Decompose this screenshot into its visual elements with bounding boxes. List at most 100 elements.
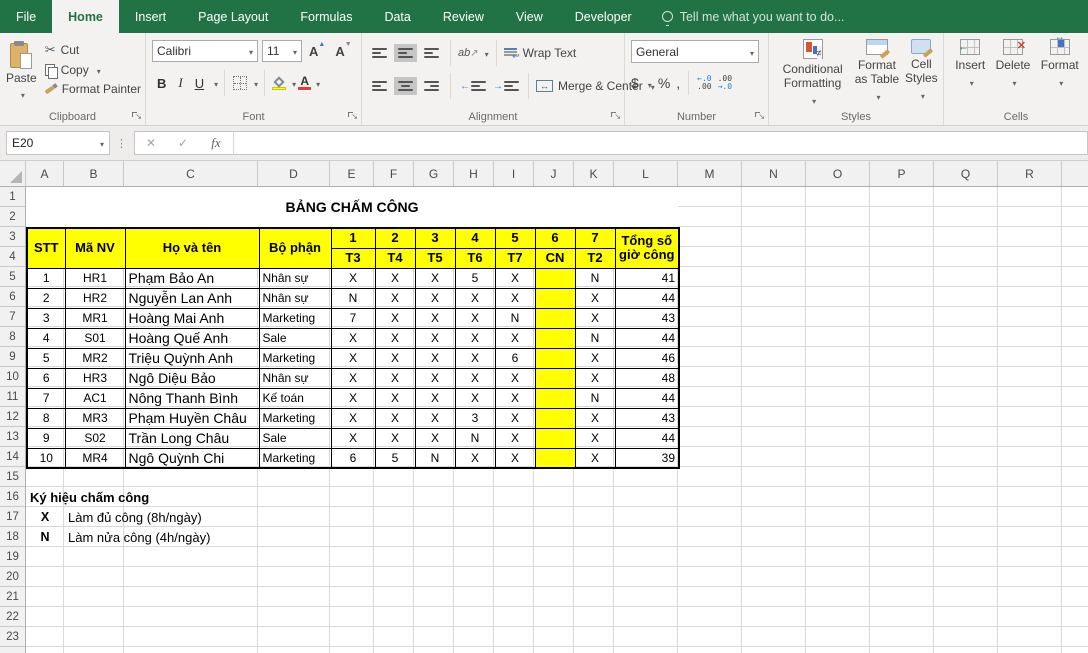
font-dialog-launcher[interactable]	[348, 112, 358, 122]
header-day-number[interactable]: 3	[415, 228, 455, 248]
cell-stt[interactable]: 8	[27, 408, 65, 428]
number-dialog-launcher[interactable]	[755, 112, 765, 122]
header-day-number[interactable]: 5	[495, 228, 535, 248]
row-header[interactable]: 15	[0, 467, 25, 487]
header-day-name[interactable]: T4	[375, 248, 415, 268]
cell-name[interactable]: Ngô Diệu Bảo	[125, 368, 259, 388]
cell-day-cn[interactable]	[535, 308, 575, 328]
column-header-k[interactable]: K	[574, 161, 614, 186]
cell-day[interactable]: X	[455, 448, 495, 468]
column-header-r[interactable]: R	[998, 161, 1062, 186]
cell-code[interactable]: HR1	[65, 268, 125, 288]
cell-day[interactable]: X	[455, 288, 495, 308]
cell-stt[interactable]: 7	[27, 388, 65, 408]
header-day-number[interactable]: 1	[331, 228, 375, 248]
increase-indent-button[interactable]: →	[491, 79, 521, 94]
row-header[interactable]: 12	[0, 407, 25, 427]
cell-total[interactable]: 44	[615, 288, 679, 308]
row-header[interactable]: 4	[0, 247, 25, 267]
cell-day[interactable]: X	[331, 348, 375, 368]
row-header[interactable]: 19	[0, 547, 25, 567]
formula-input[interactable]	[238, 132, 1087, 154]
cell-styles-button[interactable]: Cell Styles	[904, 39, 939, 104]
font-color-caret-icon[interactable]	[313, 76, 320, 90]
cell-day[interactable]: X	[331, 368, 375, 388]
accounting-caret-icon[interactable]	[645, 75, 652, 91]
tab-file[interactable]: File	[0, 0, 52, 33]
cell-day[interactable]: X	[375, 328, 415, 348]
cell-day-cn[interactable]	[535, 428, 575, 448]
column-header-d[interactable]: D	[258, 161, 330, 186]
legend-desc-n[interactable]: Làm nửa công (4h/ngày)	[68, 527, 210, 547]
copy-button[interactable]: Copy	[45, 63, 141, 77]
fill-color-caret-icon[interactable]	[289, 76, 296, 90]
cell-day[interactable]: X	[331, 428, 375, 448]
cell-total[interactable]: 44	[615, 328, 679, 348]
bold-button[interactable]: B	[152, 75, 171, 92]
cell-day[interactable]: X	[575, 348, 615, 368]
cell-total[interactable]: 44	[615, 428, 679, 448]
column-header-h[interactable]: H	[454, 161, 494, 186]
cell-day[interactable]: N	[575, 328, 615, 348]
decrease-indent-button[interactable]: ←	[458, 79, 488, 94]
cell-total[interactable]: 39	[615, 448, 679, 468]
row-header[interactable]: 14	[0, 447, 25, 467]
header-ho-va-ten[interactable]: Họ và tên	[125, 228, 259, 268]
cell-code[interactable]: MR1	[65, 308, 125, 328]
tab-data[interactable]: Data	[368, 0, 426, 33]
cell-day[interactable]: 6	[331, 448, 375, 468]
font-name-combo[interactable]: Calibri	[152, 40, 258, 62]
cell-day[interactable]: X	[375, 388, 415, 408]
cell-day[interactable]: X	[455, 348, 495, 368]
legend-title-cell[interactable]: Ký hiệu chấm công	[30, 487, 149, 507]
header-day-number[interactable]: 2	[375, 228, 415, 248]
header-day-number[interactable]: 7	[575, 228, 615, 248]
cell-stt[interactable]: 4	[27, 328, 65, 348]
header-day-name[interactable]: CN	[535, 248, 575, 268]
insert-function-button[interactable]: fx	[199, 135, 233, 151]
cell-code[interactable]: MR2	[65, 348, 125, 368]
row-header[interactable]: 5	[0, 267, 25, 287]
cell-total[interactable]: 43	[615, 308, 679, 328]
cell-total[interactable]: 44	[615, 388, 679, 408]
name-box[interactable]: E20	[6, 131, 110, 155]
cell-day-cn[interactable]	[535, 368, 575, 388]
conditional-formatting-button[interactable]: Conditional Formatting	[775, 39, 850, 109]
column-header-b[interactable]: B	[64, 161, 124, 186]
cell-dept[interactable]: Nhân sự	[259, 368, 331, 388]
row-header[interactable]: 21	[0, 587, 25, 607]
row-header[interactable]: 8	[0, 327, 25, 347]
column-header-m[interactable]: M	[678, 161, 742, 186]
row-header[interactable]: 10	[0, 367, 25, 387]
header-day-name[interactable]: T5	[415, 248, 455, 268]
cell-day[interactable]: X	[455, 328, 495, 348]
cell-name[interactable]: Nông Thanh Bình	[125, 388, 259, 408]
cell-stt[interactable]: 10	[27, 448, 65, 468]
row-header[interactable]: 11	[0, 387, 25, 407]
column-header-f[interactable]: F	[374, 161, 414, 186]
cell-day[interactable]: X	[375, 348, 415, 368]
align-center-button[interactable]	[394, 77, 417, 95]
cell-day[interactable]: X	[575, 448, 615, 468]
increase-decimal-button[interactable]: ←.0.00	[697, 75, 711, 91]
cell-day[interactable]: X	[575, 288, 615, 308]
alignment-dialog-launcher[interactable]	[611, 112, 621, 122]
cell-day[interactable]: X	[415, 408, 455, 428]
header-day-name[interactable]: T2	[575, 248, 615, 268]
cell-name[interactable]: Triệu Quỳnh Anh	[125, 348, 259, 368]
row-header[interactable]: 22	[0, 607, 25, 627]
column-header-j[interactable]: J	[534, 161, 574, 186]
tab-home[interactable]: Home	[52, 0, 119, 33]
increase-font-size-button[interactable]: A▲	[306, 44, 328, 59]
cell-day[interactable]: X	[495, 448, 535, 468]
cell-day[interactable]: X	[575, 368, 615, 388]
column-header-a[interactable]: A	[26, 161, 64, 186]
row-header[interactable]: 13	[0, 427, 25, 447]
format-painter-button[interactable]: Format Painter	[45, 82, 141, 96]
cell-day-cn[interactable]	[535, 288, 575, 308]
delete-cells-button[interactable]: Delete	[996, 39, 1031, 91]
number-format-combo[interactable]: General	[631, 40, 759, 63]
cell-dept[interactable]: Marketing	[259, 308, 331, 328]
row-header[interactable]: 23	[0, 627, 25, 647]
column-header-q[interactable]: Q	[934, 161, 998, 186]
